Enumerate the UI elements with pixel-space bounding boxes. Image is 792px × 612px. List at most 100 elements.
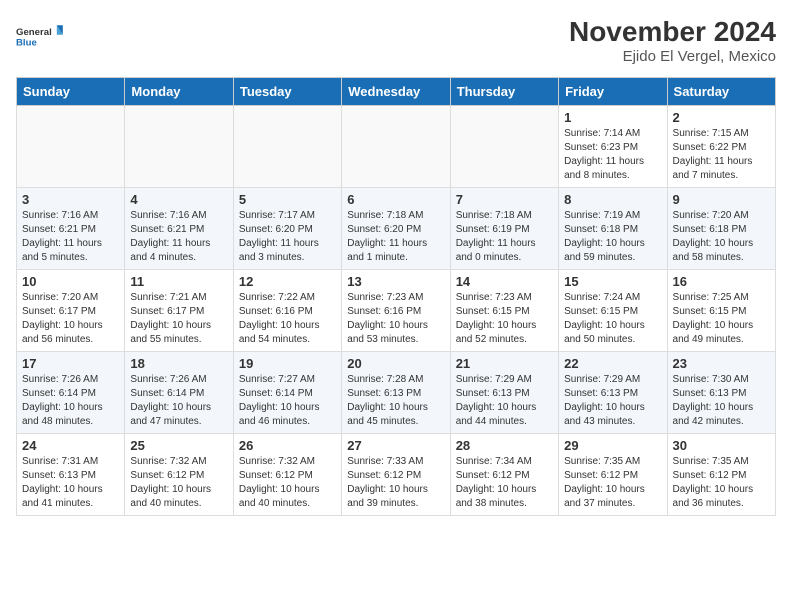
svg-text:Blue: Blue [16,38,37,49]
day-cell: 11 Sunrise: 7:21 AM Sunset: 6:17 PM Dayli… [125,270,233,352]
day-cell [342,106,450,188]
day-info: Sunrise: 7:34 AM Sunset: 6:12 PM Dayligh… [456,455,553,511]
day-number: 5 [239,192,336,207]
day-cell: 5 Sunrise: 7:17 AM Sunset: 6:20 PM Daylig… [233,188,341,270]
svg-text:General: General [16,27,52,38]
day-cell: 27Sunrise: 7:33 AM Sunset: 6:12 PM Dayli… [342,434,450,516]
day-number: 3 [22,192,119,207]
logo-svg: General Blue [16,16,64,56]
day-header-friday: Friday [559,78,667,106]
month-year: November 2024 [569,16,776,48]
day-cell: 21 Sunrise: 7:29 AM Sunset: 6:13 PM Dayli… [450,352,558,434]
day-info: Sunrise: 7:29 AM Sunset: 6:13 PM Dayligh… [456,373,553,429]
day-number: 20 [347,356,444,371]
day-number: 18 [130,356,227,371]
day-number: 21 [456,356,553,371]
day-cell: 15Sunrise: 7:24 AM Sunset: 6:15 PM Dayli… [559,270,667,352]
day-header-monday: Monday [125,78,233,106]
day-cell: 16Sunrise: 7:25 AM Sunset: 6:15 PM Dayli… [667,270,775,352]
day-cell: 4Sunrise: 7:16 AM Sunset: 6:21 PM Daylig… [125,188,233,270]
day-info: Sunrise: 7:28 AM Sunset: 6:13 PM Dayligh… [347,373,444,429]
day-number: 11 [130,274,227,289]
day-info: Sunrise: 7:31 AM Sunset: 6:13 PM Dayligh… [22,455,119,511]
day-cell: 20 Sunrise: 7:28 AM Sunset: 6:13 PM Dayli… [342,352,450,434]
day-cell: 2 Sunrise: 7:15 AM Sunset: 6:22 PM Daylig… [667,106,775,188]
day-cell: 10 Sunrise: 7:20 AM Sunset: 6:17 PM Dayli… [17,270,125,352]
location: Ejido El Vergel, Mexico [569,48,776,65]
day-cell: 14Sunrise: 7:23 AM Sunset: 6:15 PM Dayli… [450,270,558,352]
day-number: 9 [673,192,770,207]
day-number: 12 [239,274,336,289]
day-header-saturday: Saturday [667,78,775,106]
day-info: Sunrise: 7:27 AM Sunset: 6:14 PM Dayligh… [239,373,336,429]
day-info: Sunrise: 7:20 AM Sunset: 6:18 PM Dayligh… [673,209,770,265]
day-info: Sunrise: 7:26 AM Sunset: 6:14 PM Dayligh… [22,373,119,429]
day-info: Sunrise: 7:23 AM Sunset: 6:15 PM Dayligh… [456,291,553,347]
day-info: Sunrise: 7:15 AM Sunset: 6:22 PM Dayligh… [673,127,770,183]
day-number: 7 [456,192,553,207]
day-info: Sunrise: 7:22 AM Sunset: 6:16 PM Dayligh… [239,291,336,347]
day-number: 27 [347,438,444,453]
day-number: 10 [22,274,119,289]
day-cell: 30 Sunrise: 7:35 AM Sunset: 6:12 PM Dayli… [667,434,775,516]
week-row-1: 1Sunrise: 7:14 AM Sunset: 6:23 PM Daylig… [17,106,776,188]
day-number: 28 [456,438,553,453]
day-info: Sunrise: 7:21 AM Sunset: 6:17 PM Dayligh… [130,291,227,347]
day-cell: 17 Sunrise: 7:26 AM Sunset: 6:14 PM Dayli… [17,352,125,434]
day-cell: 13Sunrise: 7:23 AM Sunset: 6:16 PM Dayli… [342,270,450,352]
day-number: 22 [564,356,661,371]
calendar-table: SundayMondayTuesdayWednesdayThursdayFrid… [16,77,776,516]
day-info: Sunrise: 7:20 AM Sunset: 6:17 PM Dayligh… [22,291,119,347]
day-info: Sunrise: 7:24 AM Sunset: 6:15 PM Dayligh… [564,291,661,347]
day-cell: 12 Sunrise: 7:22 AM Sunset: 6:16 PM Dayli… [233,270,341,352]
day-info: Sunrise: 7:19 AM Sunset: 6:18 PM Dayligh… [564,209,661,265]
day-number: 29 [564,438,661,453]
day-info: Sunrise: 7:17 AM Sunset: 6:20 PM Dayligh… [239,209,336,265]
page-header: General Blue November 2024 Ejido El Verg… [16,16,776,65]
day-info: Sunrise: 7:32 AM Sunset: 6:12 PM Dayligh… [130,455,227,511]
day-cell: 24Sunrise: 7:31 AM Sunset: 6:13 PM Dayli… [17,434,125,516]
day-cell [233,106,341,188]
day-number: 13 [347,274,444,289]
day-info: Sunrise: 7:29 AM Sunset: 6:13 PM Dayligh… [564,373,661,429]
header-row: SundayMondayTuesdayWednesdayThursdayFrid… [17,78,776,106]
day-cell [17,106,125,188]
week-row-5: 24Sunrise: 7:31 AM Sunset: 6:13 PM Dayli… [17,434,776,516]
day-number: 17 [22,356,119,371]
day-header-sunday: Sunday [17,78,125,106]
day-cell: 19Sunrise: 7:27 AM Sunset: 6:14 PM Dayli… [233,352,341,434]
day-number: 1 [564,110,661,125]
week-row-2: 3Sunrise: 7:16 AM Sunset: 6:21 PM Daylig… [17,188,776,270]
day-number: 6 [347,192,444,207]
day-info: Sunrise: 7:35 AM Sunset: 6:12 PM Dayligh… [564,455,661,511]
logo: General Blue [16,16,64,56]
day-header-thursday: Thursday [450,78,558,106]
day-cell: 8 Sunrise: 7:19 AM Sunset: 6:18 PM Daylig… [559,188,667,270]
day-header-wednesday: Wednesday [342,78,450,106]
day-cell: 22 Sunrise: 7:29 AM Sunset: 6:13 PM Dayli… [559,352,667,434]
day-cell: 6 Sunrise: 7:18 AM Sunset: 6:20 PM Daylig… [342,188,450,270]
day-cell [450,106,558,188]
day-number: 30 [673,438,770,453]
day-info: Sunrise: 7:30 AM Sunset: 6:13 PM Dayligh… [673,373,770,429]
day-cell: 18 Sunrise: 7:26 AM Sunset: 6:14 PM Dayli… [125,352,233,434]
day-cell: 3Sunrise: 7:16 AM Sunset: 6:21 PM Daylig… [17,188,125,270]
week-row-3: 10 Sunrise: 7:20 AM Sunset: 6:17 PM Dayli… [17,270,776,352]
day-number: 23 [673,356,770,371]
day-cell: 25Sunrise: 7:32 AM Sunset: 6:12 PM Dayli… [125,434,233,516]
day-cell [125,106,233,188]
day-cell: 23 Sunrise: 7:30 AM Sunset: 6:13 PM Dayli… [667,352,775,434]
day-cell: 26 Sunrise: 7:32 AM Sunset: 6:12 PM Dayli… [233,434,341,516]
day-info: Sunrise: 7:35 AM Sunset: 6:12 PM Dayligh… [673,455,770,511]
day-number: 26 [239,438,336,453]
day-info: Sunrise: 7:26 AM Sunset: 6:14 PM Dayligh… [130,373,227,429]
week-row-4: 17 Sunrise: 7:26 AM Sunset: 6:14 PM Dayli… [17,352,776,434]
day-cell: 28 Sunrise: 7:34 AM Sunset: 6:12 PM Dayli… [450,434,558,516]
title-block: November 2024 Ejido El Vergel, Mexico [569,16,776,65]
day-info: Sunrise: 7:32 AM Sunset: 6:12 PM Dayligh… [239,455,336,511]
day-number: 8 [564,192,661,207]
day-info: Sunrise: 7:18 AM Sunset: 6:20 PM Dayligh… [347,209,444,265]
day-number: 2 [673,110,770,125]
day-number: 4 [130,192,227,207]
day-header-tuesday: Tuesday [233,78,341,106]
